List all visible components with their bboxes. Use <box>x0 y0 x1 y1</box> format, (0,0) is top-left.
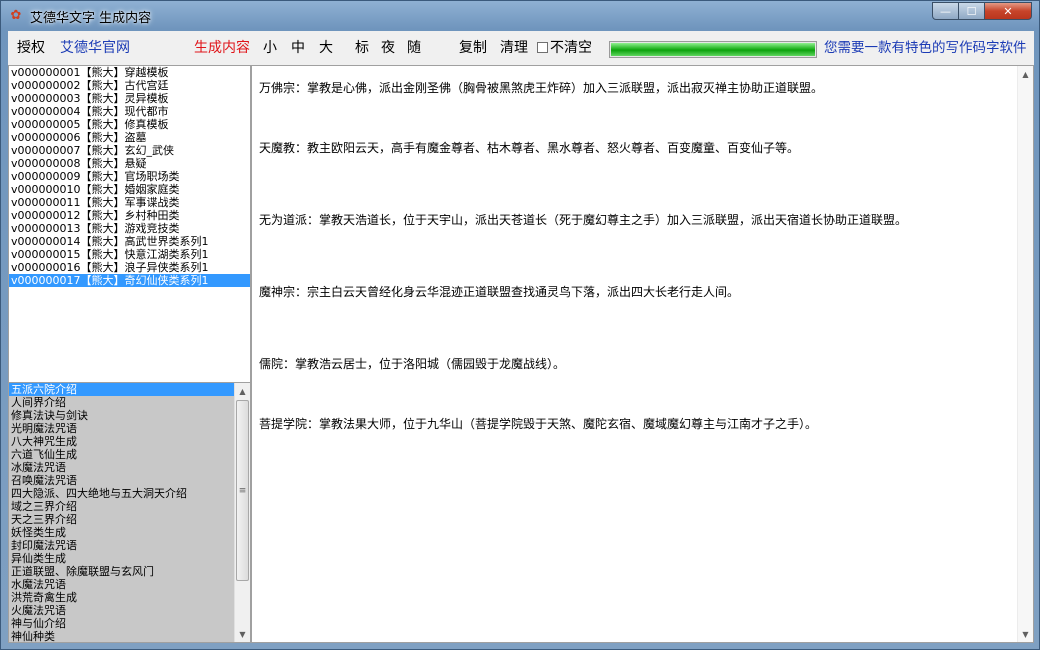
scroll-up-icon[interactable]: ▲ <box>1018 66 1033 82</box>
size-medium-button[interactable]: 中 <box>291 40 305 56</box>
mode-standard-button[interactable]: 标 <box>355 40 369 56</box>
topic-item[interactable]: 召唤魔法咒语 <box>9 474 236 487</box>
title-bar[interactable]: ✿ 艾德华文字 生成内容 — ☐ ✕ <box>1 1 1040 31</box>
size-large-button[interactable]: 大 <box>319 40 333 56</box>
size-small-button[interactable]: 小 <box>263 40 277 56</box>
copy-button[interactable]: 复制 <box>459 40 487 56</box>
scroll-up-icon[interactable]: ▲ <box>235 383 250 399</box>
authorize-button[interactable]: 授权 <box>17 40 45 56</box>
clear-button[interactable]: 清理 <box>500 40 528 56</box>
topic-item[interactable]: 五派六院介绍 <box>9 383 236 396</box>
template-item[interactable]: v000000017【熊大】奇幻仙侠类系列1 <box>9 274 250 287</box>
topic-item[interactable]: 天之三界介绍 <box>9 513 236 526</box>
mode-night-button[interactable]: 夜 <box>381 40 395 56</box>
topic-item[interactable]: 妖怪类生成 <box>9 526 236 539</box>
minimize-icon: — <box>940 4 951 18</box>
official-site-link[interactable]: 艾德华官网 <box>60 40 130 56</box>
template-item[interactable]: v000000014【熊大】高武世界类系列1 <box>9 235 250 248</box>
mode-random-button[interactable]: 随 <box>407 40 421 56</box>
app-icon: ✿ <box>10 8 22 23</box>
template-item[interactable]: v000000009【熊大】官场职场类 <box>9 170 250 183</box>
topic-list[interactable]: 五派六院介绍 人间界介绍 修真法诀与剑诀 光明魔法咒语 八大神咒生成 六道飞仙生成 冰魔法咒… <box>8 382 251 643</box>
topic-scrollbar[interactable]: ▲ ≡ ▼ <box>234 383 250 642</box>
close-button[interactable]: ✕ <box>984 2 1032 20</box>
topic-item[interactable]: 火魔法咒语 <box>9 604 236 617</box>
content-paragraph: 无为道派：掌教天浩道长，位于天宇山，派出天苍道长（死于魔幻尊主之手）加入三派联盟… <box>259 213 908 227</box>
topic-item[interactable]: 神仙种类 <box>9 630 236 642</box>
template-item[interactable]: v000000006【熊大】盗墓 <box>9 131 250 144</box>
topic-item[interactable]: 水魔法咒语 <box>9 578 236 591</box>
template-item[interactable]: v000000013【熊大】游戏竞技类 <box>9 222 250 235</box>
scroll-thumb[interactable]: ≡ <box>236 400 249 581</box>
template-item[interactable]: v000000011【熊大】军事谍战类 <box>9 196 250 209</box>
topic-item[interactable]: 正道联盟、除魔联盟与玄风门 <box>9 565 236 578</box>
minimize-button[interactable]: — <box>932 2 959 20</box>
topic-item[interactable]: 四大隐派、四大绝地与五大洞天介绍 <box>9 487 236 500</box>
content-paragraph: 魔神宗：宗主白云天曾经化身云华混迹正道联盟查找通灵鸟下落，派出四大长老行走人间。 <box>259 285 740 299</box>
close-icon: ✕ <box>1003 4 1013 18</box>
template-item[interactable]: v000000010【熊大】婚姻家庭类 <box>9 183 250 196</box>
toolbar: 授权 艾德华官网 生成内容 小 中 大 标 夜 随 复制 清理 不清空 您需要一… <box>8 31 1034 63</box>
topic-item[interactable]: 人间界介绍 <box>9 396 236 409</box>
no-clear-label[interactable]: 不清空 <box>550 40 592 56</box>
no-clear-checkbox[interactable] <box>537 42 548 53</box>
template-item[interactable]: v000000007【熊大】玄幻_武侠 <box>9 144 250 157</box>
topic-item[interactable]: 异仙类生成 <box>9 552 236 565</box>
template-item[interactable]: v000000003【熊大】灵异模板 <box>9 92 250 105</box>
topic-item[interactable]: 封印魔法咒语 <box>9 539 236 552</box>
template-item[interactable]: v000000015【熊大】快意江湖类系列1 <box>9 248 250 261</box>
progress-fill <box>611 43 815 56</box>
template-item[interactable]: v000000005【熊大】修真模板 <box>9 118 250 131</box>
topic-item[interactable]: 域之三界介绍 <box>9 500 236 513</box>
topic-items: 五派六院介绍 人间界介绍 修真法诀与剑诀 光明魔法咒语 八大神咒生成 六道飞仙生成 冰魔法咒… <box>9 383 236 642</box>
topic-item[interactable]: 光明魔法咒语 <box>9 422 236 435</box>
template-items: v000000001【熊大】穿越模板 v000000002【熊大】古代宫廷 v000… <box>9 66 250 287</box>
content-paragraph: 天魔教：教主欧阳云天，高手有魔金尊者、枯木尊者、黑水尊者、怒火尊者、百变魔童、百… <box>259 141 800 155</box>
window-title: 艾德华文字 生成内容 <box>30 11 152 26</box>
scroll-down-icon[interactable]: ▼ <box>235 626 250 642</box>
slogan-link[interactable]: 您需要一款有特色的写作码字软件 <box>824 40 1027 56</box>
client-area: 授权 艾德华官网 生成内容 小 中 大 标 夜 随 复制 清理 不清空 您需要一… <box>8 31 1034 643</box>
progress-bar <box>609 41 817 58</box>
topic-item[interactable]: 八大神咒生成 <box>9 435 236 448</box>
template-item[interactable]: v000000008【熊大】悬疑 <box>9 157 250 170</box>
scroll-down-icon[interactable]: ▼ <box>1018 626 1033 642</box>
content-textarea[interactable]: 万佛宗：掌教是心佛，派出金刚圣佛（胸骨被黑煞虎王炸碎）加入三派联盟，派出寂灭禅主… <box>251 65 1034 643</box>
generate-button[interactable]: 生成内容 <box>194 40 250 56</box>
topic-item[interactable]: 洪荒奇禽生成 <box>9 591 236 604</box>
content-paragraph: 菩提学院：掌教法果大师，位于九华山（菩提学院毁于天煞、魔陀玄宿、魔域魔幻尊主与江… <box>259 417 818 431</box>
template-item[interactable]: v000000001【熊大】穿越模板 <box>9 66 250 79</box>
content-paragraph: 儒院：掌教浩云居士，位于洛阳城（儒园毁于龙魔战线）。 <box>259 357 566 371</box>
maximize-button[interactable]: ☐ <box>958 2 985 20</box>
template-list[interactable]: v000000001【熊大】穿越模板 v000000002【熊大】古代宫廷 v000… <box>8 65 251 409</box>
topic-item[interactable]: 六道飞仙生成 <box>9 448 236 461</box>
template-item[interactable]: v000000012【熊大】乡村种田类 <box>9 209 250 222</box>
content-scrollbar[interactable]: ▲ ▼ <box>1017 66 1033 642</box>
template-item[interactable]: v000000002【熊大】古代宫廷 <box>9 79 250 92</box>
maximize-icon: ☐ <box>966 4 977 18</box>
content-paragraph: 万佛宗：掌教是心佛，派出金刚圣佛（胸骨被黑煞虎王炸碎）加入三派联盟，派出寂灭禅主… <box>259 81 824 95</box>
template-item[interactable]: v000000016【熊大】浪子异侠类系列1 <box>9 261 250 274</box>
topic-item[interactable]: 冰魔法咒语 <box>9 461 236 474</box>
app-window: ✿ 艾德华文字 生成内容 — ☐ ✕ 授权 艾德华官网 生成内容 小 中 大 标… <box>0 0 1040 650</box>
topic-item[interactable]: 修真法诀与剑诀 <box>9 409 236 422</box>
topic-item[interactable]: 神与仙介绍 <box>9 617 236 630</box>
template-item[interactable]: v000000004【熊大】现代都市 <box>9 105 250 118</box>
